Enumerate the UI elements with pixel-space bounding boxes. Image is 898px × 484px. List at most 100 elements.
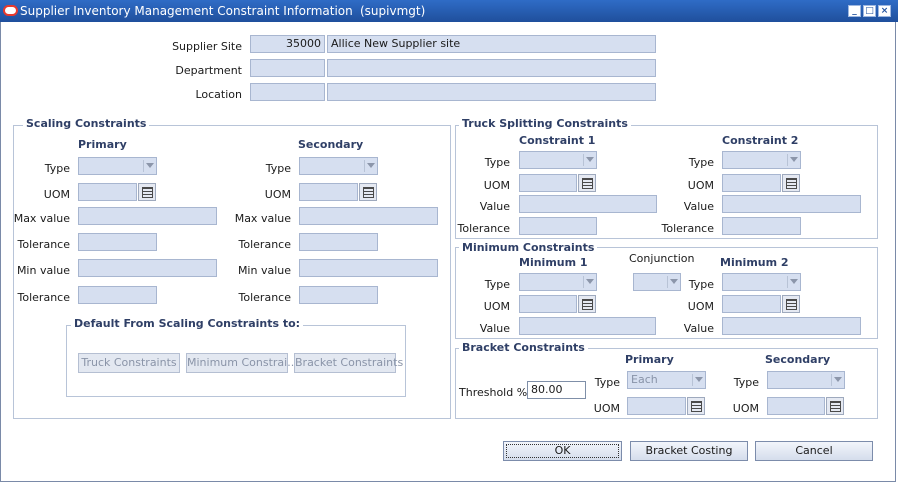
chevron-down-icon: [146, 163, 154, 168]
min2-uom-field[interactable]: [722, 295, 781, 313]
scaling-secondary-min-tolerance-field[interactable]: [299, 286, 378, 304]
default-from-title: Default From Scaling Constraints to:: [71, 317, 304, 330]
list-of-values-icon[interactable]: [578, 174, 596, 192]
bracket-primary-header: Primary: [625, 353, 674, 366]
list-of-values-icon[interactable]: [687, 397, 705, 415]
scaling-primary-type-select[interactable]: [78, 157, 157, 175]
scaling-secondary-header: Secondary: [298, 138, 364, 151]
list-of-values-icon[interactable]: [782, 174, 800, 192]
list-of-values-icon[interactable]: [782, 295, 800, 313]
scaling-primary-max-tolerance-field[interactable]: [78, 233, 157, 251]
ok-button[interactable]: OK: [503, 441, 622, 461]
scaling-constraints-title: Scaling Constraints: [23, 117, 150, 130]
min2-type-select[interactable]: [722, 273, 801, 291]
bracket-primary-uom-label: UOM: [593, 402, 620, 415]
min1-type-select[interactable]: [519, 273, 597, 291]
scaling-primary-min-tolerance-label: Tolerance: [17, 291, 70, 304]
bracket-constraints-title: Bracket Constraints: [459, 341, 588, 354]
scaling-primary-max-tolerance-label: Tolerance: [17, 238, 70, 251]
chevron-down-icon: [790, 157, 798, 162]
close-icon[interactable]: ×: [878, 5, 891, 17]
department-label: Department: [175, 64, 242, 77]
oracle-logo-icon: [3, 5, 18, 16]
bracket-secondary-type-label: Type: [733, 376, 759, 389]
location-label: Location: [195, 88, 242, 101]
bracket-constraints-button[interactable]: Bracket Constraints: [294, 353, 403, 373]
scaling-secondary-max-value-field[interactable]: [299, 207, 438, 225]
location-id-field[interactable]: [250, 83, 325, 101]
scaling-secondary-max-value-label: Max value: [234, 212, 291, 225]
chevron-down-icon: [586, 157, 594, 162]
bracket-costing-button[interactable]: Bracket Costing: [630, 441, 748, 461]
scaling-primary-min-value-field[interactable]: [78, 259, 217, 277]
bracket-secondary-uom-field[interactable]: [767, 397, 825, 415]
truck-c2-uom-label: UOM: [687, 179, 714, 192]
form-code: (supivmgt): [360, 4, 426, 18]
scaling-primary-uom-label: UOM: [43, 188, 70, 201]
list-of-values-icon[interactable]: [826, 397, 844, 415]
department-id-field[interactable]: [250, 59, 325, 77]
scaling-primary-max-value-field[interactable]: [78, 207, 217, 225]
bracket-primary-type-label: Type: [594, 376, 620, 389]
truck-c2-tolerance-field[interactable]: [722, 217, 801, 235]
list-of-values-icon[interactable]: [359, 183, 377, 201]
min2-uom-label: UOM: [687, 300, 714, 313]
location-name-field[interactable]: [327, 83, 656, 101]
department-name-field[interactable]: [327, 59, 656, 77]
scaling-secondary-type-select[interactable]: [299, 157, 378, 175]
scaling-secondary-max-tolerance-label: Tolerance: [238, 238, 291, 251]
list-of-values-icon[interactable]: [138, 183, 156, 201]
maximize-icon[interactable]: □: [863, 5, 876, 17]
truck-c1-uom-field[interactable]: [519, 174, 577, 192]
truck-c1-value-field[interactable]: [519, 195, 657, 213]
scaling-secondary-max-tolerance-field[interactable]: [299, 233, 378, 251]
scaling-secondary-uom-label: UOM: [264, 188, 291, 201]
bracket-primary-type-value: Each: [631, 373, 658, 386]
cancel-button[interactable]: Cancel: [755, 441, 873, 461]
truck-c1-tolerance-field[interactable]: [519, 217, 597, 235]
scaling-primary-min-value-label: Min value: [16, 264, 70, 277]
scaling-primary-uom-field[interactable]: [78, 183, 137, 201]
scaling-secondary-min-value-field[interactable]: [299, 259, 438, 277]
minimum2-header: Minimum 2: [720, 256, 789, 269]
truck-constraint1-header: Constraint 1: [519, 134, 596, 147]
truck-c2-value-label: Value: [683, 200, 714, 213]
bracket-secondary-header: Secondary: [765, 353, 831, 366]
bracket-secondary-type-select[interactable]: [767, 371, 845, 389]
min2-value-label: Value: [683, 322, 714, 335]
bracket-primary-uom-field[interactable]: [627, 397, 686, 415]
list-of-values-icon[interactable]: [578, 295, 596, 313]
scaling-secondary-min-tolerance-label: Tolerance: [238, 291, 291, 304]
truck-c1-type-select[interactable]: [519, 151, 597, 169]
conjunction-label: Conjunction: [629, 252, 695, 265]
threshold-label: Threshold %: [459, 386, 528, 399]
minimum-constraints-button[interactable]: Minimum Constrai...: [186, 353, 298, 373]
scaling-secondary-min-value-label: Min value: [237, 264, 291, 277]
truck-c2-type-label: Type: [688, 156, 714, 169]
truck-c2-value-field[interactable]: [722, 195, 861, 213]
truck-constraints-button[interactable]: Truck Constraints: [78, 353, 180, 373]
scaling-secondary-uom-field[interactable]: [299, 183, 358, 201]
min1-value-field[interactable]: [519, 317, 656, 335]
threshold-input[interactable]: 80.00: [527, 381, 586, 399]
minimum-constraints-title: Minimum Constraints: [459, 241, 598, 254]
truck-c1-type-label: Type: [484, 156, 510, 169]
truck-constraint2-header: Constraint 2: [722, 134, 799, 147]
chevron-down-icon: [790, 279, 798, 284]
supplier-site-id-field[interactable]: 35000: [250, 35, 325, 53]
min2-type-label: Type: [688, 278, 714, 291]
bracket-primary-type-select[interactable]: Each: [627, 371, 706, 389]
scaling-primary-max-value-label: Max value: [13, 212, 70, 225]
scaling-secondary-type-label: Type: [265, 162, 291, 175]
min1-type-label: Type: [484, 278, 510, 291]
scaling-primary-min-tolerance-field[interactable]: [78, 286, 157, 304]
chevron-down-icon: [367, 163, 375, 168]
supplier-site-name-field[interactable]: Allice New Supplier site: [327, 35, 656, 53]
bracket-secondary-uom-label: UOM: [732, 402, 759, 415]
min1-uom-field[interactable]: [519, 295, 577, 313]
minimize-icon[interactable]: _: [848, 5, 861, 17]
truck-c2-type-select[interactable]: [722, 151, 801, 169]
minimum1-header: Minimum 1: [519, 256, 588, 269]
min2-value-field[interactable]: [722, 317, 861, 335]
truck-c2-uom-field[interactable]: [722, 174, 781, 192]
